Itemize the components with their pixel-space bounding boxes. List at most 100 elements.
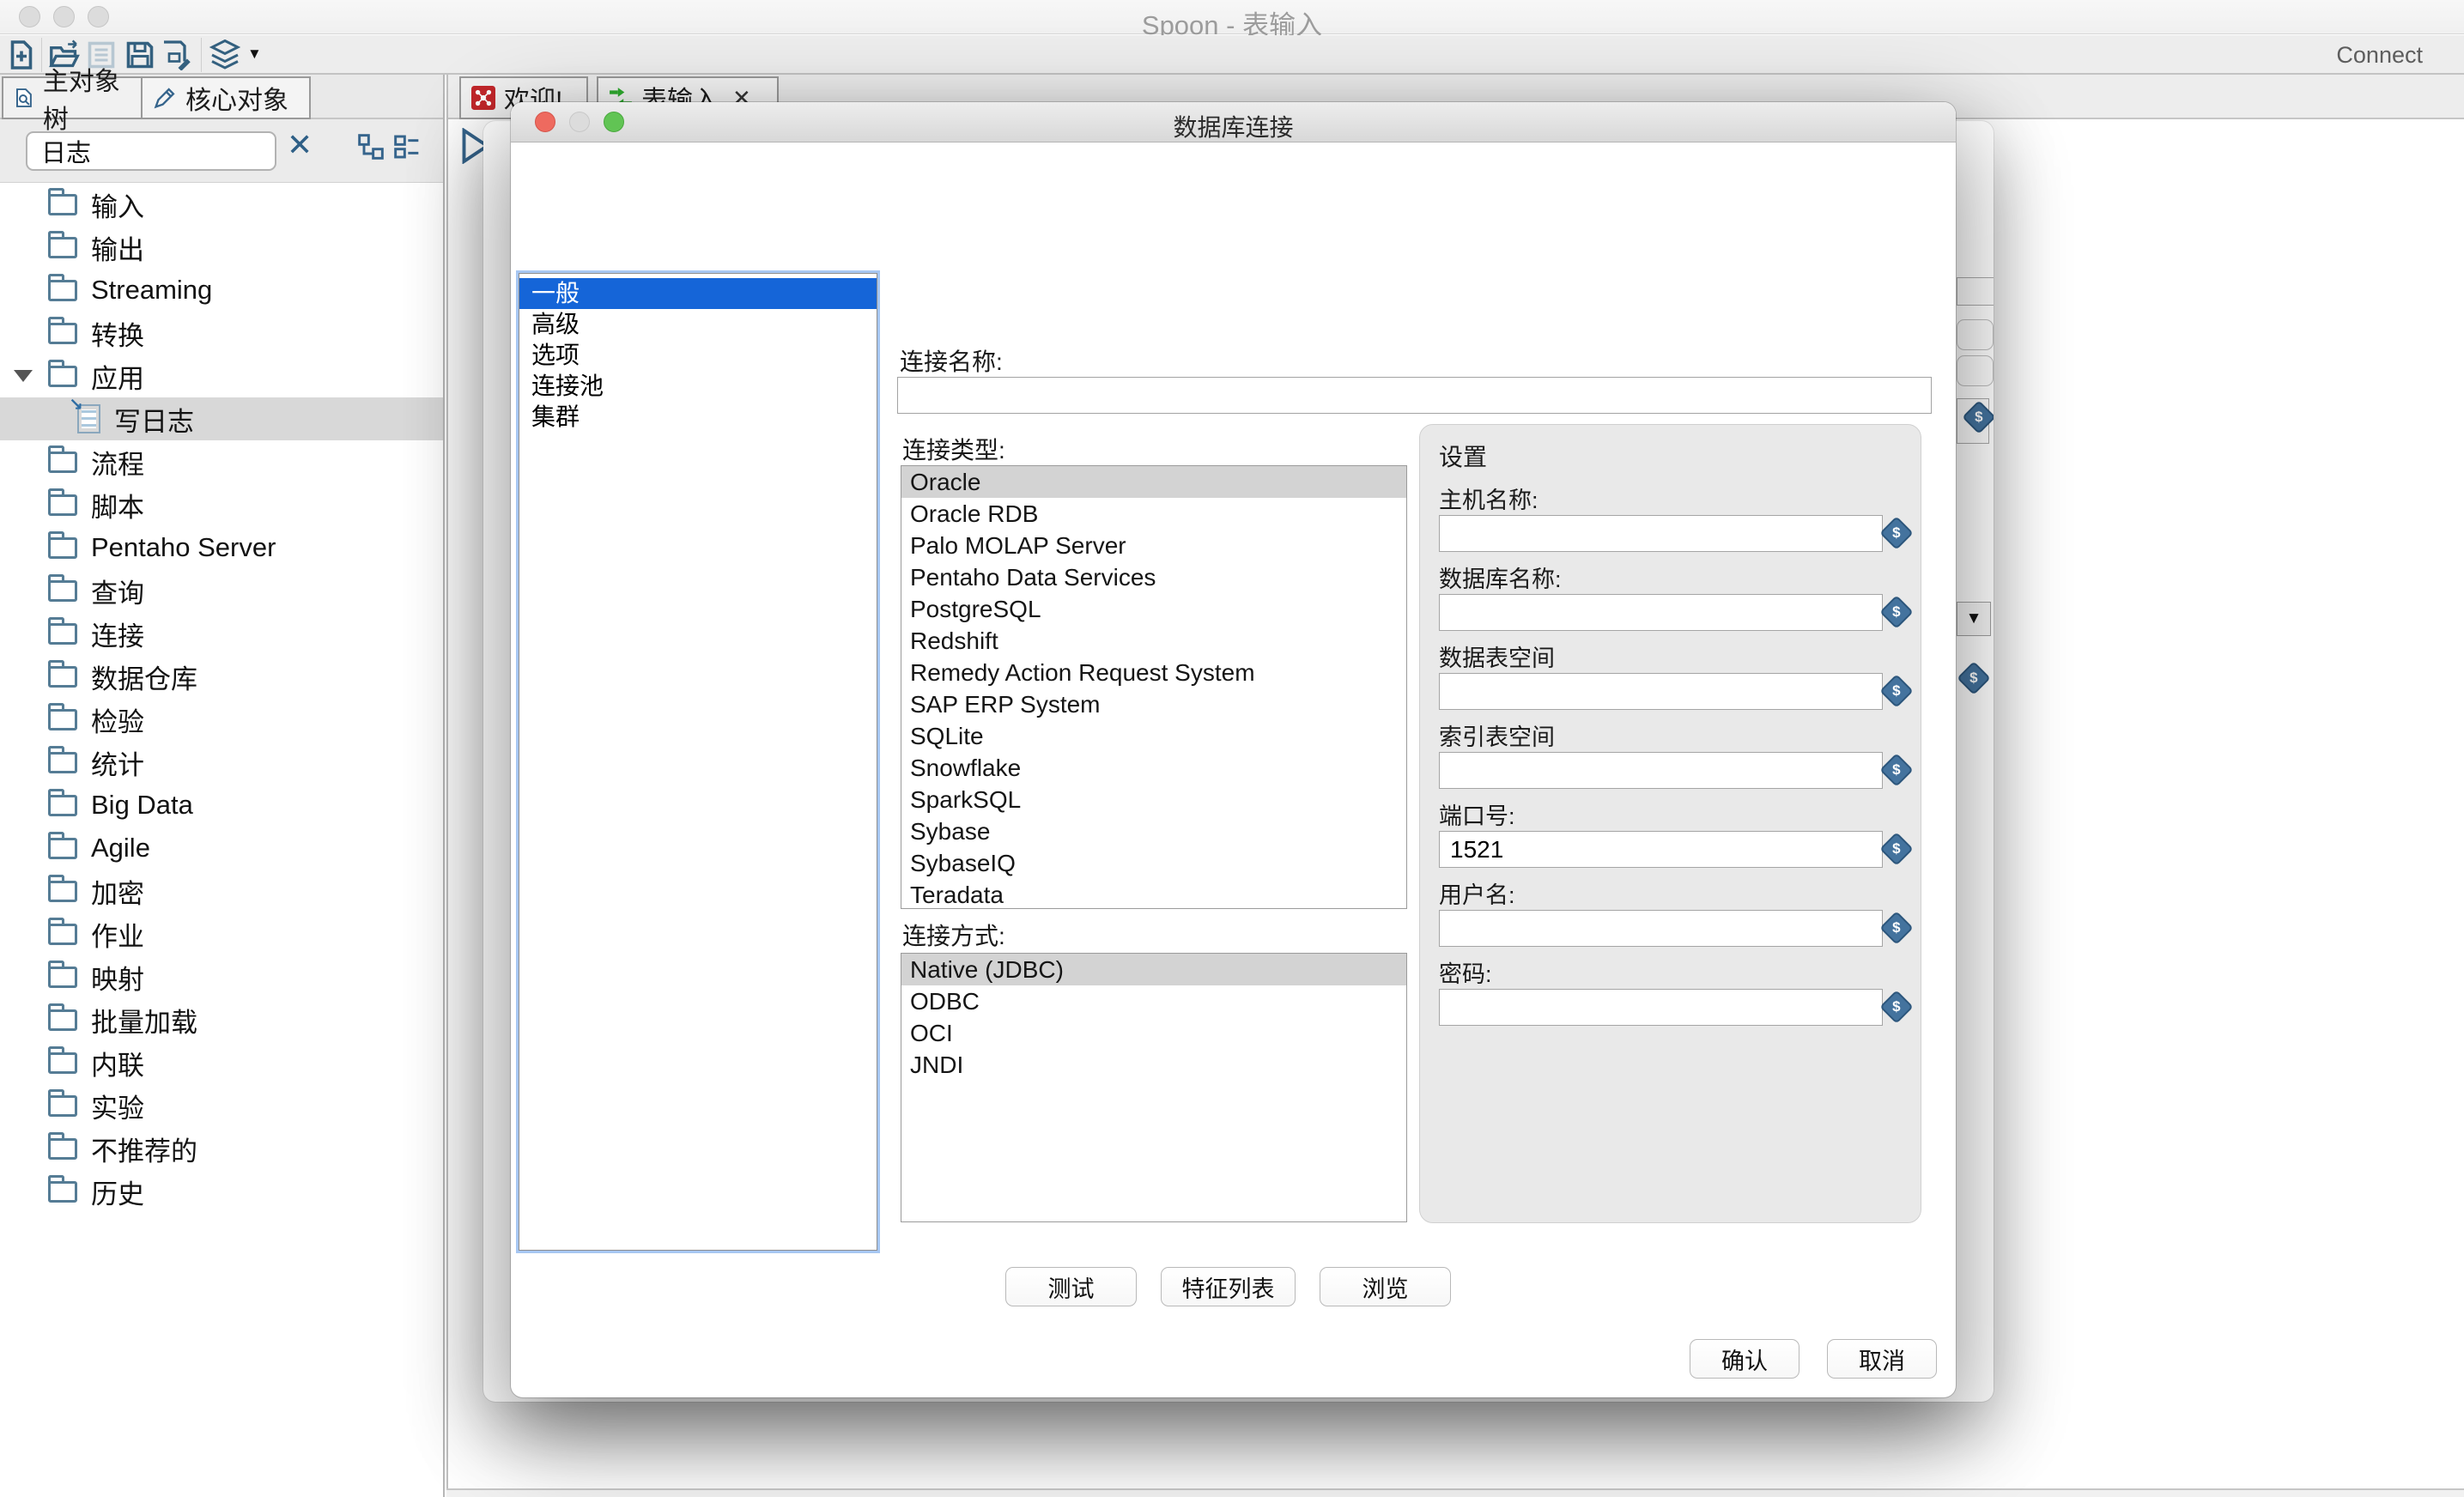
tree-item[interactable]: 流程 [0, 440, 443, 483]
dialog-nav-item[interactable]: 一般 [519, 278, 877, 309]
connection-type-item[interactable]: Palo MOLAP Server [901, 530, 1406, 561]
tree-item[interactable]: 加密 [0, 870, 443, 912]
folder-icon [48, 881, 77, 902]
tree-item[interactable]: 不推荐的 [0, 1127, 443, 1170]
tree-item[interactable]: 作业 [0, 912, 443, 955]
tree-item[interactable]: 历史 [0, 1170, 443, 1213]
perspectives-layers-icon[interactable] [209, 39, 240, 70]
dialog-nav-item[interactable]: 高级 [519, 309, 877, 340]
tree-item[interactable]: Big Data [0, 784, 443, 827]
variable-icon[interactable]: $ [1879, 674, 1914, 708]
connection-type-item[interactable]: Snowflake [901, 752, 1406, 784]
expand-arrow-icon[interactable] [14, 370, 33, 382]
settings-field-input[interactable] [1439, 910, 1883, 947]
explore-button[interactable]: 浏览 [1320, 1267, 1451, 1306]
tab-main-object-tree[interactable]: 主对象树 [2, 76, 143, 119]
settings-field: 端口号: $ [1439, 797, 1902, 868]
tree-item[interactable]: 映射 [0, 955, 443, 998]
tree-connector-view-icon[interactable] [357, 133, 385, 161]
new-file-icon[interactable] [6, 39, 37, 70]
feature-list-button[interactable]: 特征列表 [1161, 1267, 1296, 1306]
settings-field-input[interactable] [1439, 831, 1883, 868]
folder-icon [48, 1181, 77, 1203]
tree-item[interactable]: 脚本 [0, 483, 443, 526]
tree-item[interactable]: 输入 [0, 183, 443, 226]
tree-item[interactable]: 内联 [0, 1041, 443, 1084]
access-type-item[interactable]: OCI [901, 1017, 1406, 1049]
connection-type-item[interactable]: Oracle RDB [901, 498, 1406, 530]
connection-type-item[interactable]: Teradata [901, 879, 1406, 909]
access-type-item[interactable]: JNDI [901, 1049, 1406, 1081]
dialog-titlebar[interactable]: 数据库连接 [511, 102, 1956, 142]
toolbar-separator [41, 38, 42, 72]
ok-button[interactable]: 确认 [1690, 1339, 1799, 1379]
connection-type-item[interactable]: SQLite [901, 720, 1406, 752]
connection-type-item[interactable]: Sybase [901, 815, 1406, 847]
tree-item[interactable]: Streaming [0, 269, 443, 312]
tree-item[interactable]: 检验 [0, 698, 443, 741]
variable-icon[interactable]: $ [1879, 595, 1914, 629]
dialog-nav-item[interactable]: 集群 [519, 402, 877, 433]
test-button[interactable]: 测试 [1005, 1267, 1137, 1306]
variable-icon[interactable]: $ [1879, 911, 1914, 945]
core-objects-tree: 输入 输出 Streaming 转换 [0, 183, 443, 1497]
tree-item[interactable]: 查询 [0, 569, 443, 612]
tree-item[interactable]: 连接 [0, 612, 443, 655]
settings-field-label: 端口号: [1439, 797, 1902, 826]
variable-icon[interactable]: $ [1879, 832, 1914, 866]
connection-type-item[interactable]: Oracle [901, 466, 1406, 498]
folder-icon [48, 1052, 77, 1074]
settings-field-input[interactable] [1439, 989, 1883, 1026]
tree-item[interactable]: 数据仓库 [0, 655, 443, 698]
settings-field-input[interactable] [1439, 673, 1883, 710]
variable-icon[interactable]: $ [1879, 753, 1914, 787]
settings-field-input[interactable] [1439, 752, 1883, 789]
tree-item[interactable]: Pentaho Server [0, 526, 443, 569]
dialog-nav-item[interactable]: 连接池 [519, 371, 877, 402]
settings-field-input[interactable] [1439, 515, 1883, 552]
connection-type-item-label: Palo MOLAP Server [910, 532, 1126, 559]
access-type-item[interactable]: ODBC [901, 985, 1406, 1017]
tree-item[interactable]: 统计 [0, 741, 443, 784]
settings-field: 数据库名称: $ [1439, 561, 1902, 631]
clear-search-icon[interactable]: ✕ [287, 127, 313, 163]
connect-button[interactable]: Connect [2336, 42, 2423, 69]
access-type-item-label: JNDI [910, 1052, 963, 1078]
connection-type-item[interactable]: SparkSQL [901, 784, 1406, 815]
tree-item[interactable]: 实验 [0, 1084, 443, 1127]
tree-item[interactable]: 转换 [0, 312, 443, 355]
tree-item[interactable]: 写日志 [0, 397, 443, 440]
connection-type-item[interactable]: Pentaho Data Services [901, 561, 1406, 593]
tree-item[interactable]: 批量加载 [0, 998, 443, 1041]
connection-name-input[interactable] [897, 377, 1932, 414]
cancel-button[interactable]: 取消 [1827, 1339, 1937, 1379]
layers-dropdown-caret-icon[interactable]: ▼ [247, 45, 262, 63]
variable-icon[interactable]: $ [1879, 990, 1914, 1024]
settings-panel: 设置 主机名称: $ 数据库名称: $ [1419, 424, 1921, 1223]
tree-item[interactable]: Agile [0, 827, 443, 870]
tree-item[interactable]: 应用 [0, 355, 443, 397]
settings-field-input[interactable] [1439, 594, 1883, 631]
settings-field-label: 数据库名称: [1439, 561, 1902, 589]
connection-type-item[interactable]: PostgreSQL [901, 593, 1406, 625]
connection-type-item[interactable]: SAP ERP System [901, 688, 1406, 720]
sidebar-tabrow: 主对象树 核心对象 [0, 75, 443, 119]
steps-search-input[interactable] [26, 131, 276, 171]
kettle-logo-icon [471, 86, 495, 110]
connection-type-item-label: SAP ERP System [910, 691, 1101, 718]
dialog-title: 数据库连接 [511, 109, 1956, 143]
tab-core-objects[interactable]: 核心对象 [143, 76, 311, 119]
variable-icon[interactable]: $ [1879, 516, 1914, 550]
access-type-item[interactable]: Native (JDBC) [901, 954, 1406, 985]
variable-icon[interactable]: $ [1957, 661, 1991, 695]
settings-field: 数据表空间 $ [1439, 639, 1902, 710]
connection-type-item[interactable]: SybaseIQ [901, 847, 1406, 879]
tree-item[interactable]: 输出 [0, 226, 443, 269]
save-as-icon[interactable] [161, 39, 192, 70]
connection-type-item-label: Snowflake [910, 755, 1021, 781]
connection-type-item[interactable]: Remedy Action Request System [901, 657, 1406, 688]
occluded-dropdown[interactable]: ▼ [1957, 602, 1991, 636]
dialog-nav-item[interactable]: 选项 [519, 340, 877, 371]
connection-type-item[interactable]: Redshift [901, 625, 1406, 657]
list-view-icon[interactable] [393, 133, 421, 161]
